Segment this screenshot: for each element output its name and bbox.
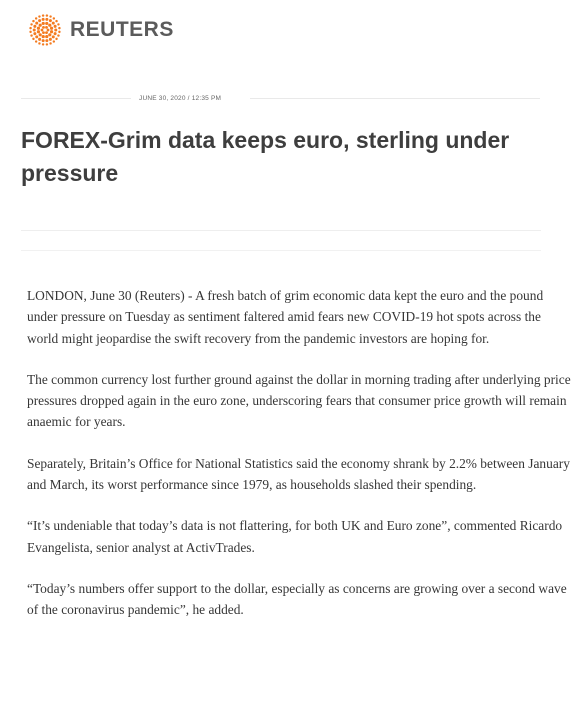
article-headline: FOREX-Grim data keeps euro, sterling und… [21, 127, 510, 186]
article-dateline: JUNE 30, 2020 / 12:35 PM [139, 95, 222, 102]
article-paragraph: “It’s undeniable that today’s data is no… [27, 518, 563, 555]
article-paragraph: LONDON, June 30 (Reuters) - A fresh batc… [27, 288, 544, 346]
divider [250, 98, 540, 99]
reuters-logo[interactable]: REUTERS [28, 12, 174, 48]
divider [21, 98, 131, 99]
brand-name: REUTERS [70, 18, 174, 41]
article-body: LONDON, June 30 (Reuters) - A fresh batc… [27, 285, 572, 641]
reuters-dot-circle-icon [29, 14, 61, 46]
divider [21, 250, 541, 251]
article-paragraph: The common currency lost further ground … [27, 371, 571, 430]
divider [21, 230, 541, 231]
article-paragraph: Separately, Britain’s Office for Nationa… [27, 455, 570, 493]
article-paragraph: “Today’s numbers offer support to the do… [27, 580, 567, 618]
